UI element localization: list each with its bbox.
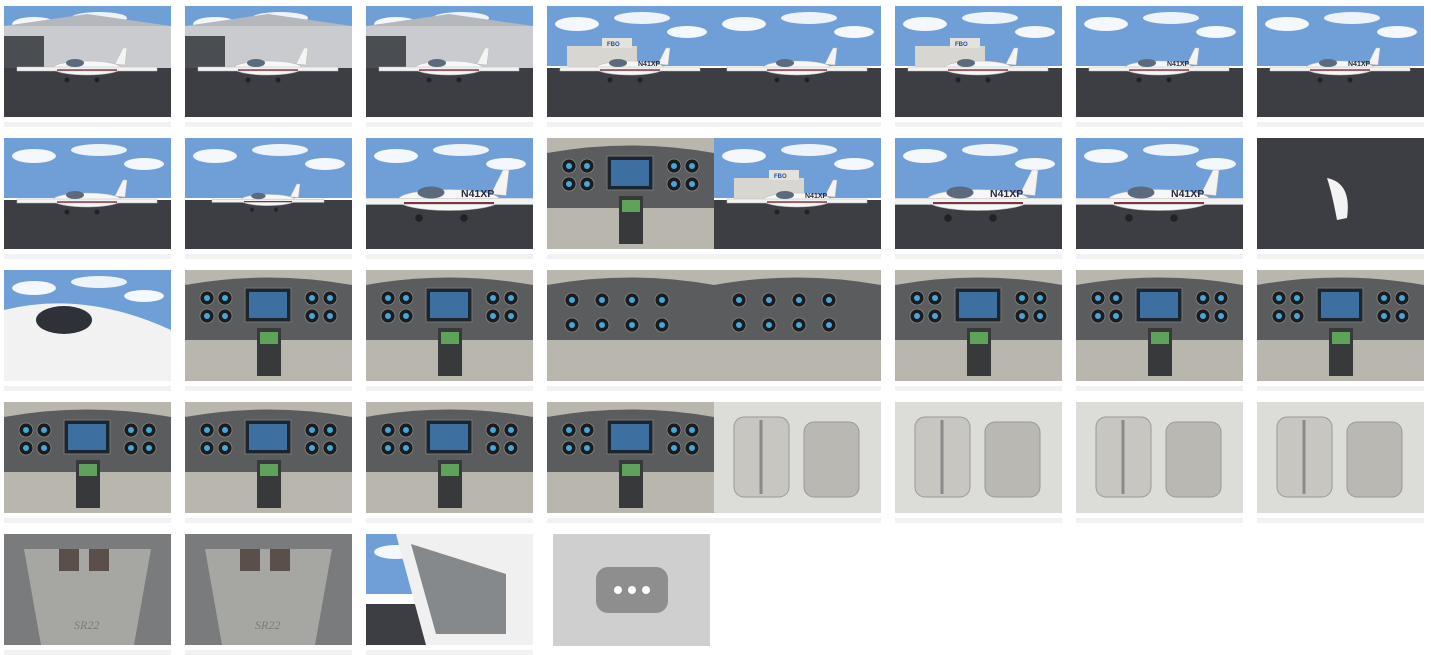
gallery-thumbnail[interactable] [4,6,171,127]
gallery-thumbnail[interactable] [895,270,1062,391]
photo-gallery: FBO N41XP FBO N41XP N41XP N41XP FBO N41X… [0,0,1431,655]
gallery-thumbnail[interactable] [1076,402,1243,523]
thumbnail-image [1076,270,1243,381]
svg-text:N41XP: N41XP [1167,61,1190,68]
thumbnail-image: N41XP [895,138,1062,249]
thumbnail-image [366,6,533,117]
thumbnail-image [366,402,533,513]
gallery-thumbnail[interactable]: N41XP [895,138,1062,259]
gallery-thumbnail[interactable]: N41XP [1076,6,1243,127]
gallery-thumbnail[interactable] [547,402,714,523]
thumbnail-image [714,6,881,117]
thumbnail-image [714,270,881,381]
thumbnail-image [714,402,881,513]
thumbnail-image [1076,402,1243,513]
thumbnail-image [895,402,1062,513]
gallery-thumbnail[interactable]: FBO N41XP [714,138,881,259]
thumbnail-image [366,270,533,381]
dot [627,586,636,594]
thumbnail-image [185,6,352,117]
gallery-thumbnail[interactable] [1257,270,1424,391]
svg-text:N41XP: N41XP [1171,188,1204,200]
thumbnail-image [185,138,352,249]
thumbnail-image: FBO N41XP [547,6,714,117]
thumbnail-image [4,270,171,381]
thumbnail-image [547,270,714,381]
gallery-thumbnail[interactable] [895,402,1062,523]
thumbnail-image [4,138,171,249]
thumbnail-image [547,138,714,249]
gallery-thumbnail[interactable] [1076,270,1243,391]
gallery-thumbnail[interactable] [366,6,533,127]
svg-text:N41XP: N41XP [990,188,1023,200]
thumbnail-image: FBO [895,6,1062,117]
thumbnail-image: N41XP [1257,6,1424,117]
gallery-thumbnail[interactable] [1257,402,1424,523]
svg-text:N41XP: N41XP [805,193,828,200]
svg-text:SR22: SR22 [255,618,280,632]
gallery-thumbnail[interactable] [714,402,881,523]
gallery-thumbnail[interactable] [4,270,171,391]
thumbnail-image: N41XP [1076,6,1243,117]
gallery-thumbnail[interactable] [4,402,171,523]
gallery-thumbnail[interactable] [185,6,352,127]
thumbnail-image: SR22 [4,534,171,645]
thumbnail-image [185,402,352,513]
thumbnail-image [366,534,533,645]
gallery-thumbnail[interactable] [185,402,352,523]
svg-text:N41XP: N41XP [461,188,494,200]
gallery-thumbnail[interactable] [185,270,352,391]
more-photos-button[interactable] [553,534,710,646]
gallery-thumbnail[interactable] [185,138,352,259]
thumbnail-image [4,402,171,513]
thumbnail-image [895,270,1062,381]
svg-text:FBO: FBO [955,42,968,48]
gallery-thumbnail[interactable] [366,402,533,523]
thumbnail-image: SR22 [185,534,352,645]
thumbnail-image [1257,402,1424,513]
gallery-thumbnail[interactable]: SR22 [185,534,352,655]
thumbnail-image [1257,270,1424,381]
gallery-thumbnail[interactable] [4,138,171,259]
svg-text:FBO: FBO [607,42,620,48]
gallery-thumbnail[interactable] [714,270,881,391]
thumbnail-image: N41XP [366,138,533,249]
thumbnail-image [4,6,171,117]
gallery-thumbnail[interactable] [714,6,881,127]
thumbnail-image: FBO N41XP [714,138,881,249]
gallery-thumbnail[interactable]: FBO [895,6,1062,127]
thumbnail-image [1257,138,1424,249]
thumbnail-image [547,402,714,513]
thumbnail-image [185,270,352,381]
dot [613,586,622,594]
gallery-thumbnail[interactable] [366,534,533,655]
dot [641,586,650,594]
gallery-thumbnail[interactable]: SR22 [4,534,171,655]
svg-text:FBO: FBO [774,174,787,180]
gallery-thumbnail[interactable] [547,270,714,391]
svg-text:SR22: SR22 [74,618,99,632]
gallery-thumbnail[interactable] [1257,138,1424,259]
gallery-thumbnail[interactable]: N41XP [366,138,533,259]
ellipsis-icon [595,567,668,613]
thumbnail-image: N41XP [1076,138,1243,249]
gallery-thumbnail[interactable]: N41XP [1076,138,1243,259]
gallery-thumbnail[interactable] [366,270,533,391]
svg-text:N41XP: N41XP [638,61,661,68]
gallery-thumbnail[interactable] [547,138,714,259]
gallery-thumbnail[interactable]: N41XP [1257,6,1424,127]
svg-text:N41XP: N41XP [1348,61,1371,68]
gallery-thumbnail[interactable]: FBO N41XP [547,6,714,127]
